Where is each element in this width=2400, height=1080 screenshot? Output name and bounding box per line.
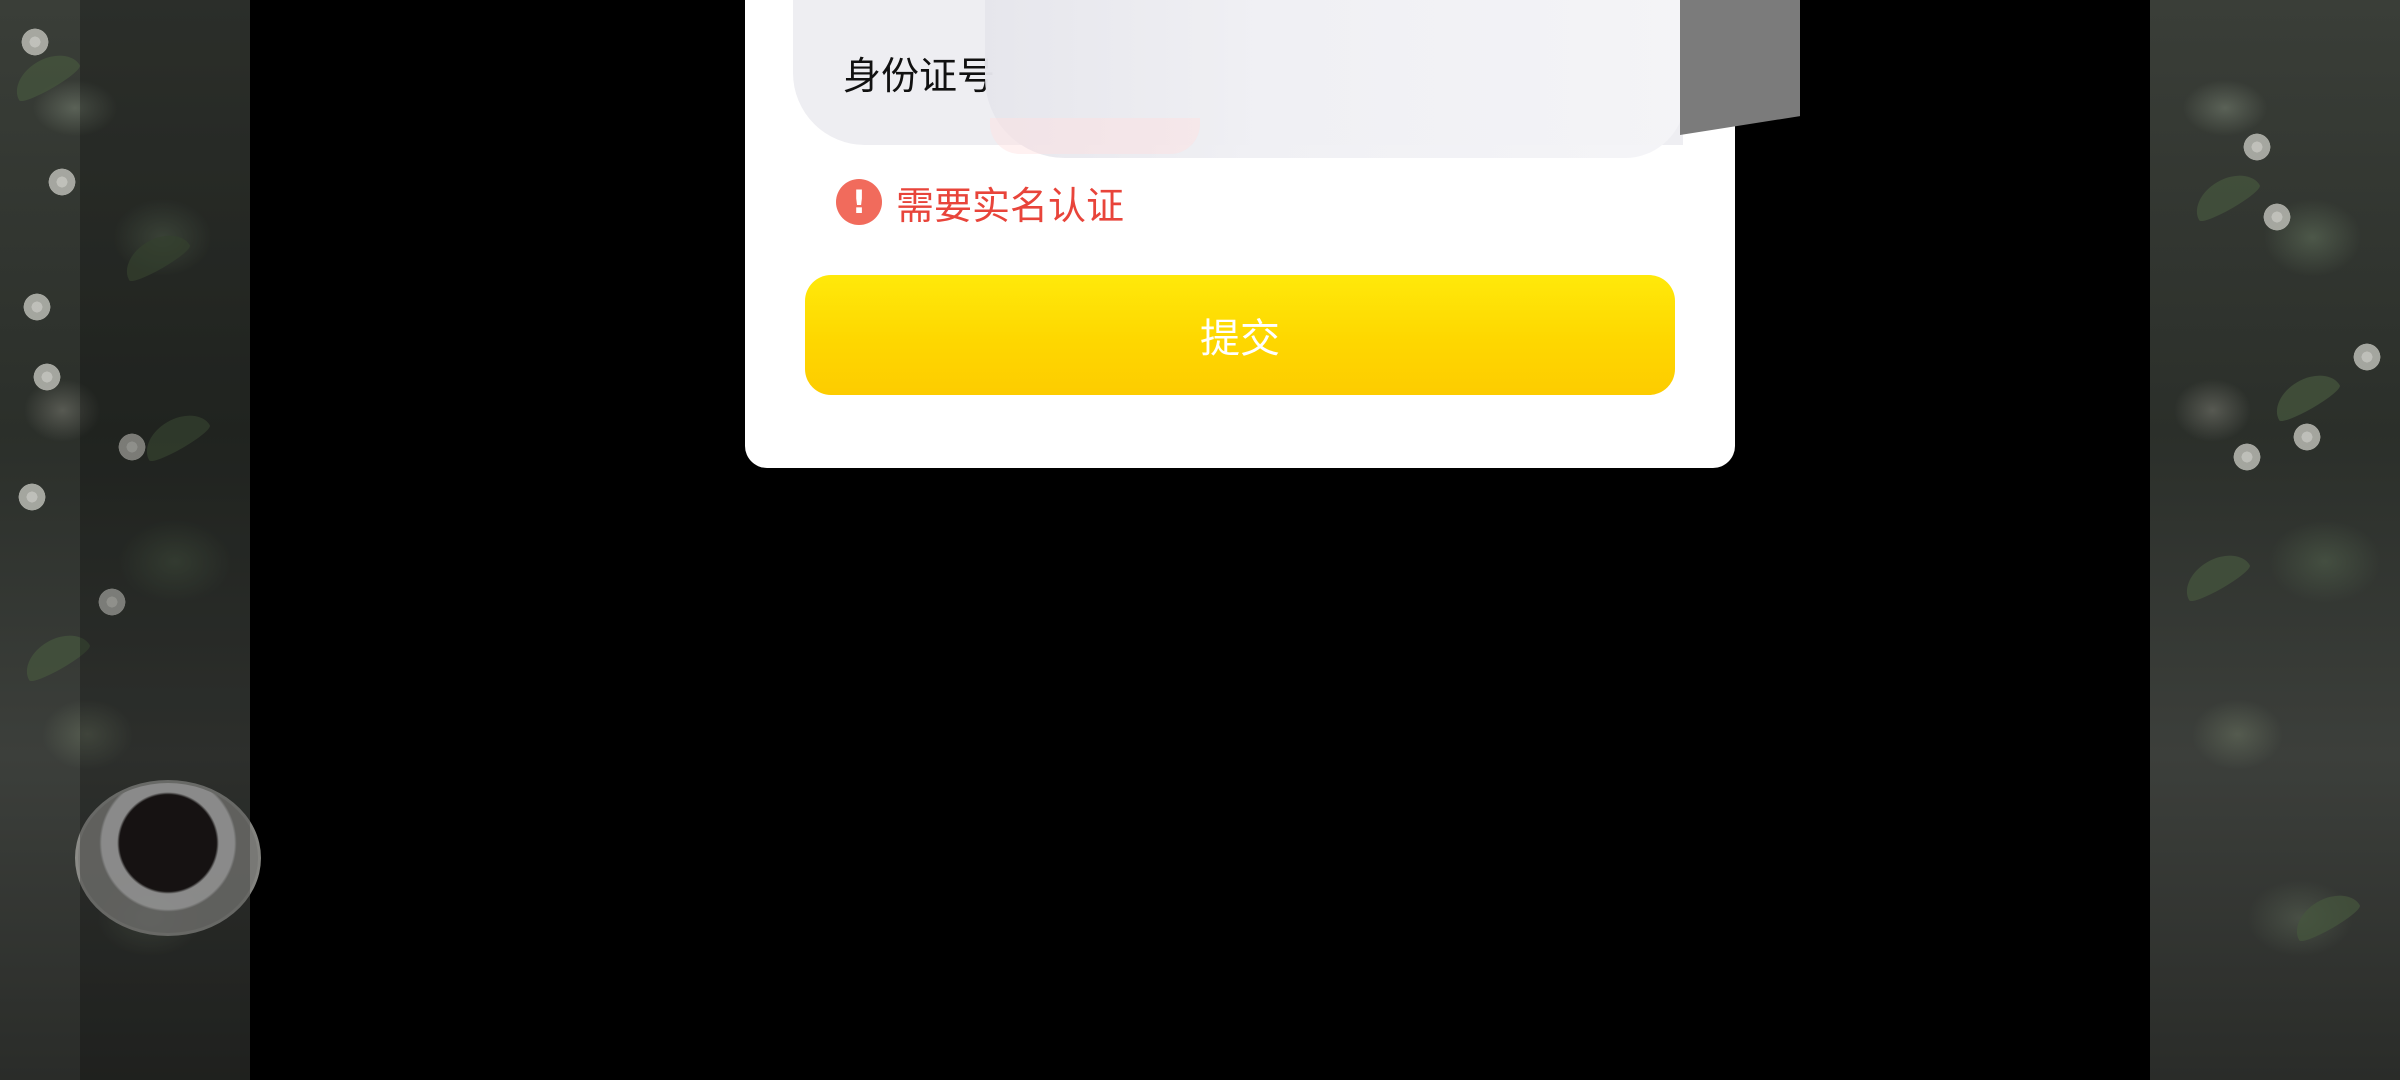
submit-button[interactable]: 提交 [805,275,1675,395]
verification-warning: ! 需要实名认证 [836,178,1124,228]
flower-decoration [45,165,79,199]
background-art-left [0,0,261,1080]
leaf-decoration [2187,164,2263,226]
warning-text: 需要实名认证 [896,183,1125,228]
flower-decoration [2230,440,2264,474]
background-art-right [2150,0,2400,1080]
leaf-decoration [2267,364,2343,426]
obscured-overlay-gray [1680,0,1800,135]
flower-decoration [15,480,49,514]
leaf-decoration [137,404,213,466]
flower-decoration [2350,340,2384,374]
flower-decoration [2260,200,2294,234]
coffee-cup-illustration [75,780,261,936]
obscured-overlay-tint [990,118,1200,154]
leaf-decoration [17,624,93,686]
leaf-decoration [2287,884,2363,946]
flower-decoration [2240,130,2274,164]
flower-decoration [30,360,64,394]
leaf-decoration [2177,544,2253,606]
flower-decoration [115,430,149,464]
flower-decoration [20,290,54,324]
flower-decoration [95,585,129,619]
id-number-label: 身份证号 [843,54,996,98]
exclamation-circle-icon: ! [836,179,882,225]
flower-decoration [2290,420,2324,454]
leaf-decoration [117,224,193,286]
flower-decoration [18,25,52,59]
screen: 身份证号 ! 需要实名认证 提交 [0,0,2400,1080]
